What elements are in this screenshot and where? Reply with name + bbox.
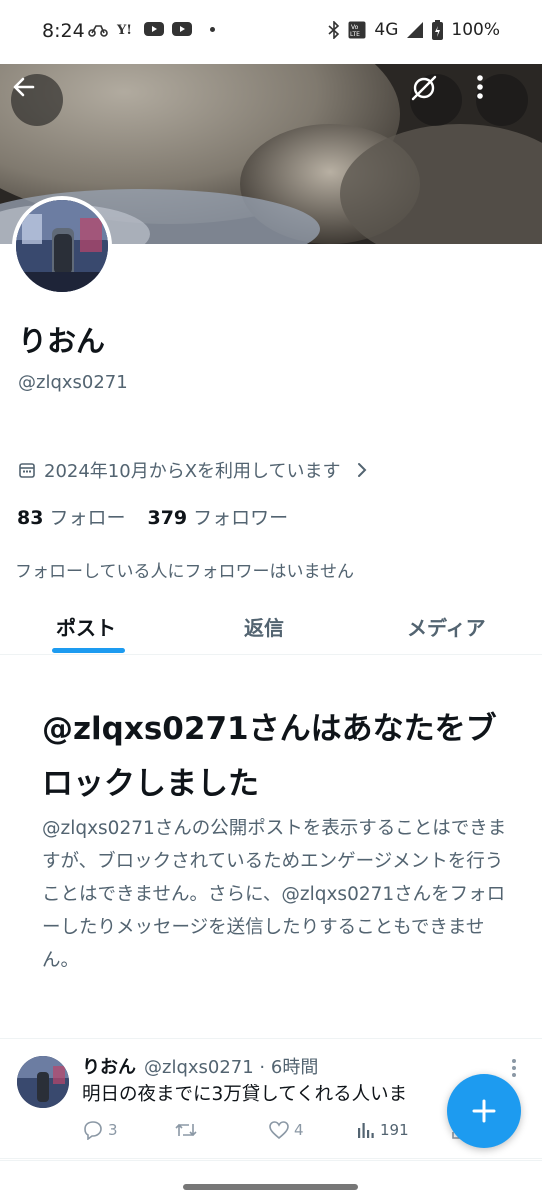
reply-button[interactable]: 3 xyxy=(82,1120,118,1140)
post-avatar[interactable] xyxy=(17,1056,69,1108)
divider xyxy=(0,1038,542,1039)
known-followers-note: フォローしている人にフォロワーはいません xyxy=(15,562,354,582)
back-button[interactable] xyxy=(11,74,63,126)
divider xyxy=(0,1158,542,1159)
notification-icons: Y! xyxy=(88,21,215,37)
following-label: フォロー xyxy=(49,507,126,529)
blocked-title: @zlqxs0271さんはあなたをブロックしました xyxy=(42,711,497,802)
network-type: 4G xyxy=(374,20,399,40)
more-options-button[interactable] xyxy=(476,74,528,126)
profile-avatar[interactable] xyxy=(12,196,112,296)
following-count: 83 xyxy=(17,507,44,529)
following-link[interactable]: 83 フォロー xyxy=(17,503,125,530)
tab-posts[interactable]: ポスト xyxy=(56,612,116,641)
svg-text:Vo: Vo xyxy=(351,24,359,31)
arrow-left-icon xyxy=(13,77,35,97)
joined-date-row[interactable]: 2024年10月からXを利用しています xyxy=(18,457,369,483)
grok-icon xyxy=(411,75,437,101)
grok-button[interactable] xyxy=(410,74,462,126)
reply-icon xyxy=(84,1121,102,1140)
profile-tabs: ポスト 返信 メディア xyxy=(0,600,542,655)
heart-icon xyxy=(269,1121,289,1140)
follow-stats: 83 フォロー 379 フォロワー xyxy=(17,503,288,530)
yahoo-icon: Y! xyxy=(116,23,132,37)
post-header: りおん @zlqxs0271 · 6時間 xyxy=(82,1053,318,1079)
post-author-name[interactable]: りおん xyxy=(82,1053,136,1079)
svg-text:Y!: Y! xyxy=(116,23,132,37)
more-notifications-dot xyxy=(210,26,215,32)
views-button[interactable]: 191 xyxy=(356,1120,409,1140)
followers-link[interactable]: 379 フォロワー xyxy=(147,503,288,530)
youtube-icon xyxy=(144,22,164,36)
volte-icon: VoLTE xyxy=(348,21,366,39)
like-button[interactable]: 4 xyxy=(268,1120,304,1140)
reply-count: 3 xyxy=(108,1121,118,1139)
status-right: Vo LTE 4G 100% xyxy=(328,20,500,40)
followers-count: 379 xyxy=(147,507,188,529)
blocked-description: @zlqxs0271さんの公開ポストを表示することはできますが、ブロックされてい… xyxy=(42,818,507,971)
battery-icon xyxy=(432,20,444,40)
plus-icon xyxy=(472,1099,496,1123)
bluetooth-icon xyxy=(328,21,340,39)
joined-date-text: 2024年10月からXを利用しています xyxy=(44,461,341,482)
profile-handle: @zlqxs0271 xyxy=(18,372,128,393)
tab-media[interactable]: メディア xyxy=(407,612,486,641)
followers-label: フォロワー xyxy=(193,507,289,529)
youtube-icon xyxy=(172,22,192,36)
tab-replies[interactable]: 返信 xyxy=(244,612,284,641)
scooter-icon xyxy=(88,25,108,37)
status-bar: 8:24 Y! Vo LTE 4G 100% xyxy=(0,0,542,64)
calendar-icon xyxy=(19,463,35,478)
views-count: 191 xyxy=(380,1121,409,1139)
repost-button[interactable] xyxy=(174,1120,202,1140)
more-vertical-icon xyxy=(477,75,483,99)
battery-level: 100% xyxy=(451,20,500,40)
active-tab-indicator xyxy=(52,648,125,653)
avatar-image xyxy=(16,200,108,292)
views-chart-icon xyxy=(358,1123,374,1138)
avatar-image xyxy=(17,1056,69,1108)
post-text: 明日の夜までに3万貸してくれる人いま xyxy=(82,1084,408,1105)
like-count: 4 xyxy=(294,1121,304,1139)
svg-text:LTE: LTE xyxy=(350,31,360,38)
chevron-right-icon xyxy=(357,463,366,477)
gesture-bar[interactable] xyxy=(183,1184,358,1190)
profile-display-name: りおん xyxy=(18,324,106,358)
post-author-meta: @zlqxs0271 · 6時間 xyxy=(144,1057,319,1078)
status-time: 8:24 xyxy=(42,20,85,42)
post-more-button[interactable] xyxy=(506,1058,522,1078)
compose-post-button[interactable] xyxy=(447,1074,521,1148)
bottom-navigation xyxy=(0,1160,542,1200)
more-vertical-icon xyxy=(512,1059,516,1077)
repost-icon xyxy=(175,1123,197,1137)
signal-icon xyxy=(407,22,424,38)
